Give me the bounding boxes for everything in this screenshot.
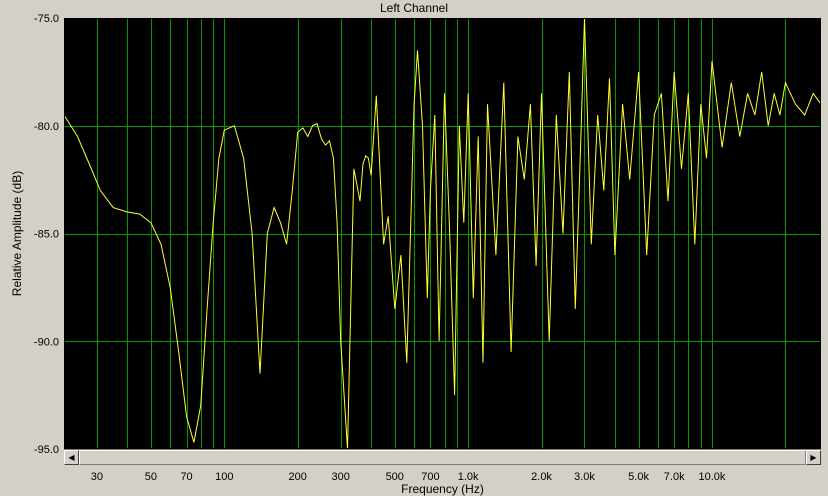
x-tick-label: 3.0k xyxy=(574,471,595,483)
y-tick-label: -75.0 xyxy=(34,13,59,25)
right-arrow-icon: ▶ xyxy=(810,452,817,462)
x-tick-label: 10.0k xyxy=(699,471,726,483)
scrollbar-thumb[interactable] xyxy=(79,450,806,465)
left-arrow-icon: ◀ xyxy=(68,452,75,462)
scroll-right-button[interactable]: ▶ xyxy=(806,450,821,465)
x-axis-label: Frequency (Hz) xyxy=(401,482,484,496)
y-tick-label: -90.0 xyxy=(34,336,59,348)
scroll-left-button[interactable]: ◀ xyxy=(64,450,79,465)
x-tick-label: 30 xyxy=(91,471,103,483)
x-tick-label: 50 xyxy=(145,471,157,483)
y-axis-label: Relative Amplitude (dB) xyxy=(10,171,24,296)
horizontal-scrollbar[interactable]: ◀ ▶ xyxy=(64,449,821,465)
x-tick-label: 300 xyxy=(331,471,349,483)
y-tick-label: -95.0 xyxy=(34,444,59,456)
x-tick-label: 200 xyxy=(289,471,307,483)
frequency-response-chart: -75.0 -80.0 -85.0 -90.0 -95.0 30 50 70 100 200 30… xyxy=(10,13,822,496)
y-axis-ticks: -75.0 -80.0 -85.0 -90.0 -95.0 xyxy=(34,13,59,456)
x-tick-label: 7.0k xyxy=(664,471,685,483)
x-tick-label: 100 xyxy=(215,471,233,483)
plot-area xyxy=(64,18,821,449)
y-tick-label: -80.0 xyxy=(34,121,59,133)
x-tick-label: 2.0k xyxy=(531,471,552,483)
x-tick-label: 5.0k xyxy=(628,471,649,483)
x-tick-label: 70 xyxy=(180,471,192,483)
y-tick-label: -85.0 xyxy=(34,229,59,241)
